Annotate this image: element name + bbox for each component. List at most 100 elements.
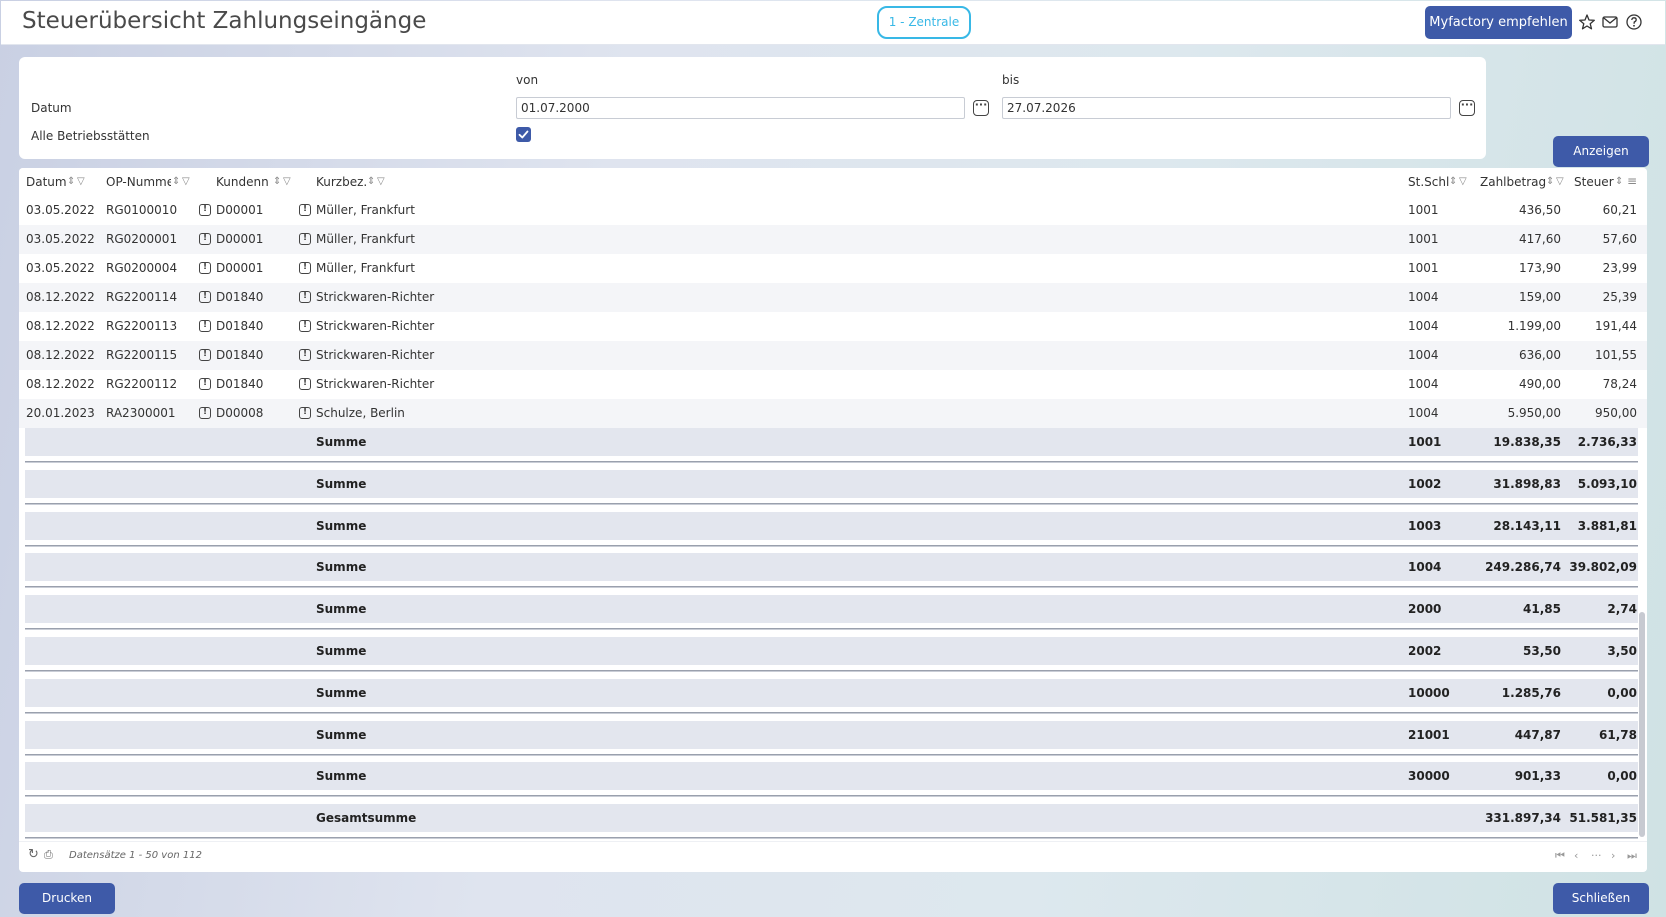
info-icon[interactable]: !: [199, 349, 211, 361]
sum-label: Summe: [316, 602, 367, 616]
date-to-picker-icon[interactable]: ···: [1459, 99, 1475, 116]
table-row[interactable]: 08.12.2022 RG2200113! D01840! Strickwaren-R…: [19, 312, 1647, 341]
info-icon[interactable]: !: [199, 204, 211, 216]
sort-icon[interactable]: ⇕: [273, 176, 281, 187]
cell-customer-number: D01840: [216, 348, 264, 362]
table-row[interactable]: 08.12.2022 RG2200114! D01840! Strickwaren-R…: [19, 283, 1647, 312]
info-icon[interactable]: !: [199, 320, 211, 332]
table-row[interactable]: 08.12.2022 RG2200112! D01840! Strickwaren-R…: [19, 370, 1647, 399]
info-icon[interactable]: !: [299, 233, 311, 245]
last-page-icon[interactable]: ⏭: [1627, 849, 1637, 863]
table-row[interactable]: 03.05.2022 RG0200001! D00001! Müller, Frank…: [19, 225, 1647, 254]
sum-row: Summe 2000 41,85 2,74: [25, 595, 1638, 623]
mail-icon[interactable]: [1601, 13, 1619, 31]
cell-payment: 436,50: [1519, 203, 1561, 217]
table-row[interactable]: 20.01.2023 RA2300001! D00008! Schulze, Berl…: [19, 399, 1647, 428]
info-icon[interactable]: !: [299, 407, 311, 419]
cell-tax-key: 1004: [1408, 377, 1439, 391]
cell-tax-key: 1004: [1408, 319, 1439, 333]
cell-op-number: RA2300001: [106, 406, 176, 420]
grid-header: Datum ⇕ ▽ OP-Numme ⇕ ▽ Kundenn ⇕ ▽ Kurzb…: [19, 168, 1647, 196]
recommend-button[interactable]: Myfactory empfehlen: [1425, 6, 1572, 39]
info-icon[interactable]: !: [299, 378, 311, 390]
sort-icon[interactable]: ⇕: [1546, 176, 1554, 187]
cell-tax: 950,00: [1595, 406, 1637, 420]
help-icon[interactable]: [1625, 13, 1643, 31]
info-icon[interactable]: !: [199, 262, 211, 274]
info-icon[interactable]: !: [199, 407, 211, 419]
info-icon[interactable]: !: [199, 233, 211, 245]
col-header-payment[interactable]: Zahlbetrag: [1480, 175, 1546, 189]
sort-icon[interactable]: ⇕: [1615, 176, 1623, 187]
all-sites-checkbox[interactable]: [516, 127, 531, 142]
col-header-short-name[interactable]: Kurzbez.: [316, 175, 367, 189]
sum-tax: 0,00: [1607, 769, 1637, 783]
star-icon[interactable]: [1578, 13, 1596, 31]
sum-tax-key: 10000: [1408, 686, 1450, 700]
cell-op-number: RG2200114: [106, 290, 178, 304]
sum-separator: [25, 586, 1638, 588]
sum-row: Summe 21001 447,87 61,78: [25, 721, 1638, 749]
cell-date: 08.12.2022: [26, 377, 95, 391]
cell-op-number: RG0100010: [106, 203, 178, 217]
col-header-customer-number[interactable]: Kundenn: [216, 175, 272, 189]
sort-icon[interactable]: ⇕: [1449, 176, 1457, 187]
cell-tax: 60,21: [1602, 203, 1637, 217]
branch-badge[interactable]: 1 - Zentrale: [877, 6, 971, 39]
table-row[interactable]: 08.12.2022 RG2200115! D01840! Strickwaren-R…: [19, 341, 1647, 370]
sum-payment: 249.286,74: [1485, 560, 1561, 574]
refresh-icon[interactable]: ↻: [28, 847, 39, 862]
cell-tax-key: 1001: [1408, 261, 1439, 275]
filter-icon[interactable]: ▽: [377, 176, 385, 187]
info-icon[interactable]: !: [199, 291, 211, 303]
print-button[interactable]: Drucken: [19, 883, 115, 914]
filter-icon[interactable]: ▽: [182, 176, 190, 187]
print-icon[interactable]: ⎙: [44, 848, 53, 862]
sum-tax-key: 30000: [1408, 769, 1450, 783]
prev-page-icon[interactable]: ‹: [1574, 849, 1578, 862]
filter-icon[interactable]: ▽: [77, 176, 85, 187]
col-header-datum[interactable]: Datum: [26, 175, 67, 189]
sum-tax: 39.802,09: [1569, 560, 1637, 574]
info-icon[interactable]: !: [299, 291, 311, 303]
cell-payment: 490,00: [1519, 377, 1561, 391]
info-icon[interactable]: !: [299, 262, 311, 274]
sort-icon[interactable]: ⇕: [367, 176, 375, 187]
table-row[interactable]: 03.05.2022 RG0200004! D00001! Müller, Frank…: [19, 254, 1647, 283]
sum-tax-key: 1001: [1408, 435, 1442, 449]
sort-icon[interactable]: ⇕: [172, 176, 180, 187]
cell-op-number: RG0200004: [106, 261, 178, 275]
date-from-field[interactable]: 01.07.2000: [516, 97, 965, 119]
date-to-field[interactable]: 27.07.2026: [1002, 97, 1451, 119]
col-header-tax[interactable]: Steuer: [1574, 175, 1614, 189]
sum-label: Summe: [316, 519, 367, 533]
cell-payment: 173,90: [1519, 261, 1561, 275]
next-page-icon[interactable]: ›: [1611, 849, 1615, 862]
cell-date: 03.05.2022: [26, 203, 95, 217]
table-row[interactable]: 03.05.2022 RG0100010! D00001! Müller, Frank…: [19, 196, 1647, 225]
sum-label: Summe: [316, 560, 367, 574]
sum-label: Summe: [316, 644, 367, 658]
first-page-icon[interactable]: ⏮: [1555, 849, 1565, 863]
cell-customer-number: D00001: [216, 261, 264, 275]
filter-icon[interactable]: ▽: [283, 176, 291, 187]
col-header-op-number[interactable]: OP-Numme: [106, 175, 171, 189]
filter-icon[interactable]: ▽: [1459, 176, 1467, 187]
close-button[interactable]: Schließen: [1553, 883, 1649, 914]
show-button[interactable]: Anzeigen: [1553, 136, 1649, 167]
sum-tax: 3.881,81: [1577, 519, 1637, 533]
grid-scrollbar[interactable]: [1639, 612, 1645, 837]
date-from-picker-icon[interactable]: ···: [973, 99, 989, 116]
sum-separator: [25, 545, 1638, 547]
more-pages-icon[interactable]: ···: [1591, 849, 1602, 862]
column-menu-icon[interactable]: ≡: [1627, 174, 1637, 188]
filter-icon[interactable]: ▽: [1556, 176, 1564, 187]
date-label: Datum: [31, 101, 72, 115]
info-icon[interactable]: !: [299, 204, 311, 216]
col-header-tax-key[interactable]: St.Schl: [1408, 175, 1449, 189]
sum-payment: 53,50: [1523, 644, 1561, 658]
info-icon[interactable]: !: [299, 349, 311, 361]
info-icon[interactable]: !: [299, 320, 311, 332]
sort-icon[interactable]: ⇕: [67, 176, 75, 187]
info-icon[interactable]: !: [199, 378, 211, 390]
